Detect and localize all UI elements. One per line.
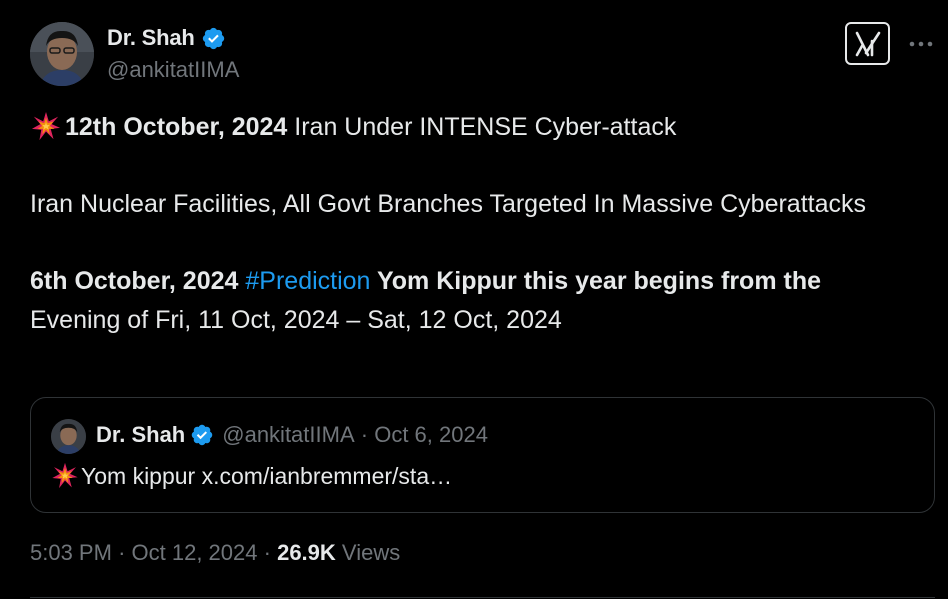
avatar-image — [51, 419, 86, 454]
avatar-image — [30, 22, 94, 86]
collision-emoji-icon — [30, 111, 62, 141]
tweet-paragraph-3: 6th October, 2024 #Prediction Yom Kippur… — [30, 262, 925, 340]
quoted-author-avatar — [51, 419, 86, 454]
verified-badge-icon — [190, 423, 214, 447]
quoted-author-handle: @ankitatIIMA — [222, 422, 355, 447]
verified-badge-icon — [201, 26, 226, 51]
footer-separator: · — [118, 540, 126, 565]
quoted-tweet-text: Yom kippur x.com/ianbremmer/sta… — [51, 462, 452, 490]
tweet-text: 12th October, 2024 Iran Under INTENSE Cy… — [30, 108, 925, 340]
quoted-tweet-card[interactable]: Dr. Shah @ankitatIIMA · Oct 6, 2024 Yom … — [30, 397, 935, 513]
views-count[interactable]: 26.9K — [277, 540, 336, 565]
quoted-author-name: Dr. Shah — [96, 422, 186, 447]
hashtag-prediction-link[interactable]: #Prediction — [245, 267, 370, 295]
grok-icon — [855, 31, 880, 56]
views-label: Views — [341, 540, 401, 565]
tweet-time[interactable]: 5:03 PM — [30, 540, 112, 565]
collision-emoji-icon — [51, 462, 79, 489]
quoted-tweet-header: Dr. Shah @ankitatIIMA · Oct 6, 2024 — [96, 422, 488, 448]
more-options-button[interactable] — [906, 32, 936, 56]
tweet-paragraph-2: Iran Nuclear Facilities, All Govt Branch… — [30, 190, 866, 218]
tweet-date[interactable]: Oct 12, 2024 — [132, 540, 258, 565]
tweet-line-1: 12th October, 2024 Iran Under INTENSE Cy… — [30, 108, 925, 147]
tweet-date-1: 12th October, 2024 — [65, 113, 288, 141]
footer-separator: · — [263, 540, 271, 565]
tweet-line-1-text: Iran Under INTENSE Cyber-attack — [287, 113, 677, 141]
more-horizontal-icon — [909, 41, 933, 47]
author-display-name[interactable]: Dr. Shah — [107, 25, 195, 51]
tweet-card: Dr. Shah @ankitatIIMA 12th October, 2024… — [0, 0, 948, 599]
quoted-separator: · — [360, 422, 369, 447]
grok-button[interactable] — [845, 22, 890, 65]
tweet-paragraph-3-bold: Yom Kippur this year begins from the — [370, 267, 822, 295]
tweet-paragraph-3-rest: Evening of Fri, 11 Oct, 2024 – Sat, 12 O… — [30, 306, 562, 334]
author-handle[interactable]: @ankitatIIMA — [107, 57, 239, 83]
tweet-date-2: 6th October, 2024 — [30, 267, 239, 295]
author-name-row[interactable]: Dr. Shah — [107, 24, 226, 52]
quoted-date: Oct 6, 2024 — [374, 422, 488, 447]
author-avatar[interactable] — [30, 22, 94, 86]
quoted-tweet-body: Yom kippur x.com/ianbremmer/sta… — [81, 463, 453, 489]
tweet-footer: 5:03 PM · Oct 12, 2024 · 26.9K Views — [30, 540, 400, 566]
divider — [30, 597, 935, 598]
